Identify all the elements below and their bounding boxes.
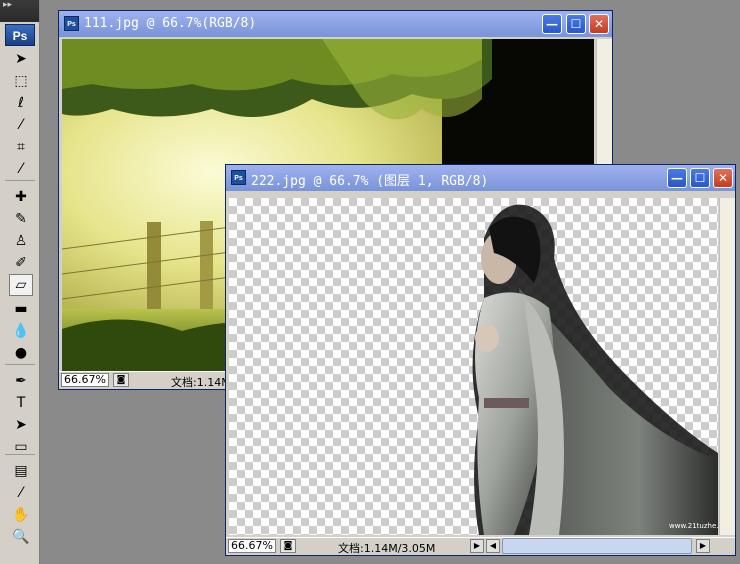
history-brush-tool-icon[interactable]: ✐ bbox=[9, 252, 33, 274]
blur-tool-icon[interactable]: 💧 bbox=[9, 320, 33, 342]
path-selection-tool-icon[interactable]: ➤ bbox=[9, 414, 33, 436]
tool-separator bbox=[5, 180, 35, 181]
ps-document-icon: Ps bbox=[64, 16, 79, 31]
close-button[interactable]: ✕ bbox=[713, 168, 733, 188]
ps-document-icon: Ps bbox=[231, 170, 246, 185]
window-titlebar[interactable]: Ps 111.jpg @ 66.7%(RGB/8) — ☐ ✕ bbox=[59, 11, 612, 37]
maximize-button[interactable]: ☐ bbox=[690, 168, 710, 188]
horizontal-scrollbar-thumb[interactable] bbox=[502, 538, 692, 554]
healing-brush-tool-icon[interactable]: ✚ bbox=[9, 186, 33, 208]
panel-grip[interactable]: ▸▸ bbox=[0, 0, 39, 22]
tools-panel: ▸▸ Ps ➤ ⬚ ℓ ⁄ ⌗ ⁄ ✚ ✎ ♙ ✐ ▱ ▬ 💧 ● ✒ T ➤ ▭ ▤ ⁄ ✋ 🔍 bbox=[0, 0, 40, 564]
status-menu-icon[interactable]: ◙ bbox=[113, 373, 129, 387]
window-titlebar[interactable]: Ps 222.jpg @ 66.7% (图层 1, RGB/8) — ☐ ✕ bbox=[226, 165, 735, 191]
minimize-button[interactable]: — bbox=[667, 168, 687, 188]
lasso-tool-icon[interactable]: ℓ bbox=[9, 92, 33, 114]
status-arrow-button[interactable]: ▶ bbox=[470, 539, 484, 553]
close-button[interactable]: ✕ bbox=[589, 14, 609, 34]
zoom-tool-icon[interactable]: 🔍 bbox=[9, 526, 33, 548]
document-size: 文档:1.14M bbox=[171, 376, 231, 389]
gradient-tool-icon[interactable]: ▬ bbox=[9, 298, 33, 320]
status-bar: 66.67% ◙ 文档:1.14M/3.05M ▶ ◀ ▶ bbox=[226, 537, 735, 555]
document-size: 文档:1.14M/3.05M bbox=[338, 542, 436, 555]
clone-stamp-tool-icon[interactable]: ♙ bbox=[9, 230, 33, 252]
scroll-right-button[interactable]: ▶ bbox=[696, 539, 710, 553]
photoshop-logo[interactable]: Ps bbox=[5, 24, 35, 46]
maximize-button[interactable]: ☐ bbox=[566, 14, 586, 34]
scroll-left-button[interactable]: ◀ bbox=[486, 539, 500, 553]
tool-separator bbox=[5, 364, 35, 365]
minimize-button[interactable]: — bbox=[542, 14, 562, 34]
hand-tool-icon[interactable]: ✋ bbox=[9, 504, 33, 526]
brush-tool-icon[interactable]: ✎ bbox=[9, 208, 33, 230]
status-menu-icon[interactable]: ◙ bbox=[280, 539, 296, 553]
watermark: www.21tuzhe.com bbox=[669, 522, 718, 530]
pen-tool-icon[interactable]: ✒ bbox=[9, 370, 33, 392]
dodge-tool-icon[interactable]: ● bbox=[9, 342, 33, 364]
zoom-field[interactable]: 66.67% bbox=[61, 373, 109, 387]
magic-wand-tool-icon[interactable]: ⁄ bbox=[9, 114, 33, 136]
type-tool-icon[interactable]: T bbox=[9, 392, 33, 414]
eyedropper-tool-icon[interactable]: ⁄ bbox=[9, 158, 33, 180]
zoom-field[interactable]: 66.67% bbox=[228, 539, 276, 553]
window-title: 111.jpg @ 66.7%(RGB/8) bbox=[84, 16, 257, 31]
eraser-tool-icon[interactable]: ▱ bbox=[9, 274, 33, 296]
document-window-222[interactable]: Ps 222.jpg @ 66.7% (图层 1, RGB/8) — ☐ ✕ w… bbox=[225, 164, 736, 556]
crop-tool-icon[interactable]: ⌗ bbox=[9, 136, 33, 158]
move-tool-icon[interactable]: ➤ bbox=[9, 48, 33, 70]
eyedropper-2-tool-icon[interactable]: ⁄ bbox=[9, 482, 33, 504]
woman-figure-image: www.21tuzhe.com bbox=[472, 204, 718, 535]
image-canvas[interactable]: www.21tuzhe.com bbox=[229, 198, 718, 535]
marquee-tool-icon[interactable]: ⬚ bbox=[9, 70, 33, 92]
notes-tool-icon[interactable]: ▤ bbox=[9, 460, 33, 482]
tool-separator bbox=[5, 454, 35, 455]
window-title: 222.jpg @ 66.7% (图层 1, RGB/8) bbox=[251, 174, 489, 189]
vertical-scrollbar[interactable] bbox=[719, 198, 735, 535]
